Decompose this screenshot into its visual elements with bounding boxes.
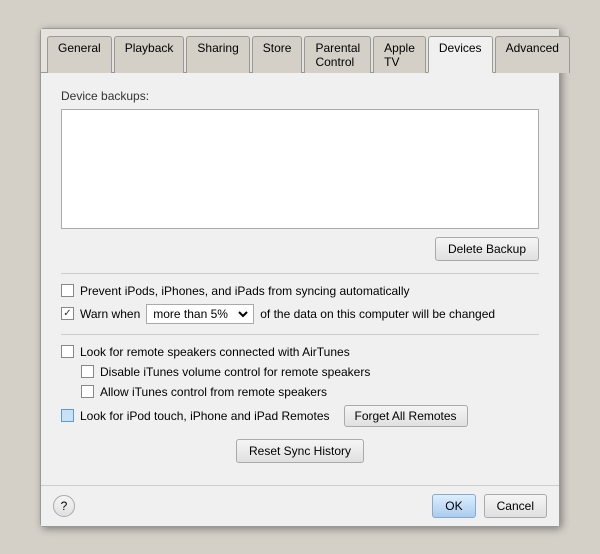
airtunes-label: Look for remote speakers connected with … (80, 345, 350, 359)
tab-bar: General Playback Sharing Store Parental … (41, 29, 559, 73)
allow-control-row: Allow iTunes control from remote speaker… (81, 385, 539, 399)
airtunes-row: Look for remote speakers connected with … (61, 345, 539, 359)
device-backups-label: Device backups: (61, 89, 539, 103)
warn-when-label-after: of the data on this computer will be cha… (260, 307, 495, 321)
look-ipod-row: Look for iPod touch, iPhone and iPad Rem… (61, 405, 539, 427)
help-button[interactable]: ? (53, 495, 75, 517)
backup-list (61, 109, 539, 229)
reset-sync-button[interactable]: Reset Sync History (236, 439, 364, 463)
preferences-dialog: General Playback Sharing Store Parental … (40, 28, 560, 527)
warn-when-dropdown[interactable]: more than 5% more than 10% more than 25%… (146, 304, 254, 324)
tab-parental-control[interactable]: Parental Control (304, 36, 371, 73)
prevent-sync-checkbox[interactable] (61, 284, 74, 297)
warn-when-select[interactable]: more than 5% more than 10% more than 25%… (149, 306, 251, 322)
disable-volume-row: Disable iTunes volume control for remote… (81, 365, 539, 379)
cancel-button[interactable]: Cancel (484, 494, 547, 518)
delete-backup-button[interactable]: Delete Backup (435, 237, 539, 261)
disable-volume-label: Disable iTunes volume control for remote… (100, 365, 370, 379)
divider-1 (61, 273, 539, 274)
warn-when-checkbox[interactable] (61, 307, 74, 320)
prevent-sync-row: Prevent iPods, iPhones, and iPads from s… (61, 284, 539, 298)
allow-control-label: Allow iTunes control from remote speaker… (100, 385, 327, 399)
divider-2 (61, 334, 539, 335)
disable-volume-checkbox[interactable] (81, 365, 94, 378)
tab-devices[interactable]: Devices (428, 36, 493, 73)
ok-button[interactable]: OK (432, 494, 475, 518)
tab-sharing[interactable]: Sharing (186, 36, 249, 73)
tab-apple-tv[interactable]: Apple TV (373, 36, 426, 73)
allow-control-checkbox[interactable] (81, 385, 94, 398)
tab-playback[interactable]: Playback (114, 36, 185, 73)
warn-when-row: Warn when more than 5% more than 10% mor… (61, 304, 539, 324)
tab-store[interactable]: Store (252, 36, 303, 73)
devices-tab-content: Device backups: Delete Backup Prevent iP… (41, 73, 559, 485)
tab-general[interactable]: General (47, 36, 112, 73)
bottom-right-buttons: OK Cancel (432, 494, 547, 518)
bottom-bar: ? OK Cancel (41, 485, 559, 526)
airtunes-checkbox[interactable] (61, 345, 74, 358)
prevent-sync-label: Prevent iPods, iPhones, and iPads from s… (80, 284, 410, 298)
forget-all-remotes-button[interactable]: Forget All Remotes (344, 405, 468, 427)
look-ipod-label: Look for iPod touch, iPhone and iPad Rem… (80, 409, 330, 423)
look-ipod-checkbox[interactable] (61, 409, 74, 422)
warn-when-label-before: Warn when (80, 307, 140, 321)
reset-row: Reset Sync History (61, 439, 539, 463)
tab-advanced[interactable]: Advanced (495, 36, 570, 73)
